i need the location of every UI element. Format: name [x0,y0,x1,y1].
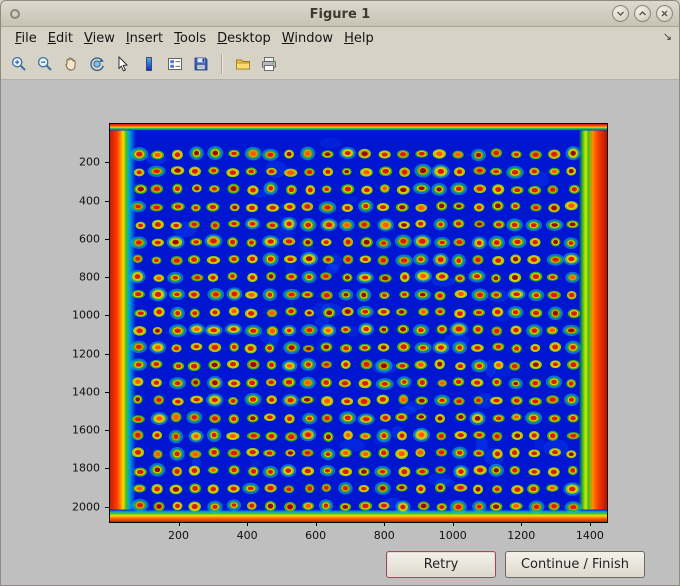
data-cursor-button[interactable] [111,52,135,76]
x-tick-mark [452,522,454,526]
y-tick-label: 1600 [72,423,100,437]
zoom-in-icon [11,56,26,71]
y-tick-mark [105,353,110,355]
y-tick-mark [105,162,110,164]
dock-arrow-icon[interactable]: ↘ [663,30,672,43]
x-tick-mark [178,522,180,526]
menu-tools[interactable]: Tools [174,31,206,46]
y-tick-label: 200 [79,155,100,169]
maximize-button[interactable] [634,5,651,22]
y-tick-label: 1800 [72,461,100,475]
continue-button[interactable]: Continue / Finish [505,551,645,578]
x-tick-mark [384,522,386,526]
data-cursor-icon [118,55,128,72]
chevron-up-icon [639,11,646,16]
x-tick-label: 800 [373,529,395,542]
legend-icon [168,58,182,70]
x-tick-label: 400 [236,529,258,542]
menu-file[interactable]: File [15,31,37,46]
menu-desktop[interactable]: Desktop [217,31,271,46]
colorbar-icon [146,57,152,71]
window-controls [612,5,673,22]
save-icon [194,57,208,71]
printer-icon [262,57,276,71]
figure-window: Figure 1 File Edit View Insert Tools Des… [0,0,680,586]
y-tick-mark [105,468,110,470]
zoom-out-icon [37,56,52,71]
y-tick-label: 1000 [72,308,100,322]
figure-canvas-area: 200 400 600 800 1000 1200 1400 200 400 600 800 1000… [1,80,679,585]
y-tick-mark [105,200,110,202]
minimize-button[interactable] [612,5,629,22]
y-tick-label: 2000 [72,500,100,514]
axes: 200 400 600 800 1000 1200 1400 200 400 600 800 1000… [72,123,608,542]
y-tick-label: 1400 [72,385,100,399]
y-tick-mark [105,238,110,240]
rotate-3d-button[interactable] [85,52,109,76]
y-tick-mark [105,277,110,279]
close-icon [661,10,668,17]
insert-legend-button[interactable] [163,52,187,76]
rotate-3d-icon [90,57,104,72]
y-tick-label: 800 [79,270,100,284]
titlebar[interactable]: Figure 1 [1,1,679,27]
y-tick-mark [105,391,110,393]
pan-button[interactable] [59,52,83,76]
save-figure-button[interactable] [189,52,213,76]
open-file-button[interactable] [231,52,255,76]
menu-edit[interactable]: Edit [48,31,73,46]
x-tick-mark [247,522,249,526]
y-tick-mark [105,506,110,508]
figure-toolbar [1,49,679,80]
retry-button[interactable]: Retry [386,551,496,578]
x-tick-label: 1200 [507,529,536,542]
menu-insert[interactable]: Insert [126,31,163,46]
menubar: File Edit View Insert Tools Desktop Wind… [1,27,679,49]
microarray-image[interactable] [110,124,607,522]
y-tick-label: 600 [79,232,100,246]
x-tick-label: 1000 [438,529,467,542]
x-tick-label: 600 [305,529,327,542]
y-tick-label: 400 [79,194,100,208]
y-tick-mark [105,430,110,432]
zoom-out-button[interactable] [33,52,57,76]
close-button[interactable] [656,5,673,22]
x-tick-mark [589,522,591,526]
open-folder-icon [236,59,250,70]
y-tick-mark [105,315,110,317]
menu-view[interactable]: View [84,31,115,46]
pan-hand-icon [65,57,76,71]
x-tick-mark [521,522,523,526]
x-tick-label: 200 [168,529,190,542]
insert-colorbar-button[interactable] [137,52,161,76]
toolbar-separator [221,54,223,74]
x-tick-mark [315,522,317,526]
zoom-in-button[interactable] [7,52,31,76]
chevron-down-icon [617,11,624,16]
menu-help[interactable]: Help [344,31,374,46]
y-tick-label: 1200 [72,347,100,361]
menu-window[interactable]: Window [282,31,333,46]
dialog-buttons: Retry Continue / Finish [386,551,645,578]
print-figure-button[interactable] [257,52,281,76]
window-title: Figure 1 [309,6,371,22]
x-tick-label: 1400 [575,529,604,542]
